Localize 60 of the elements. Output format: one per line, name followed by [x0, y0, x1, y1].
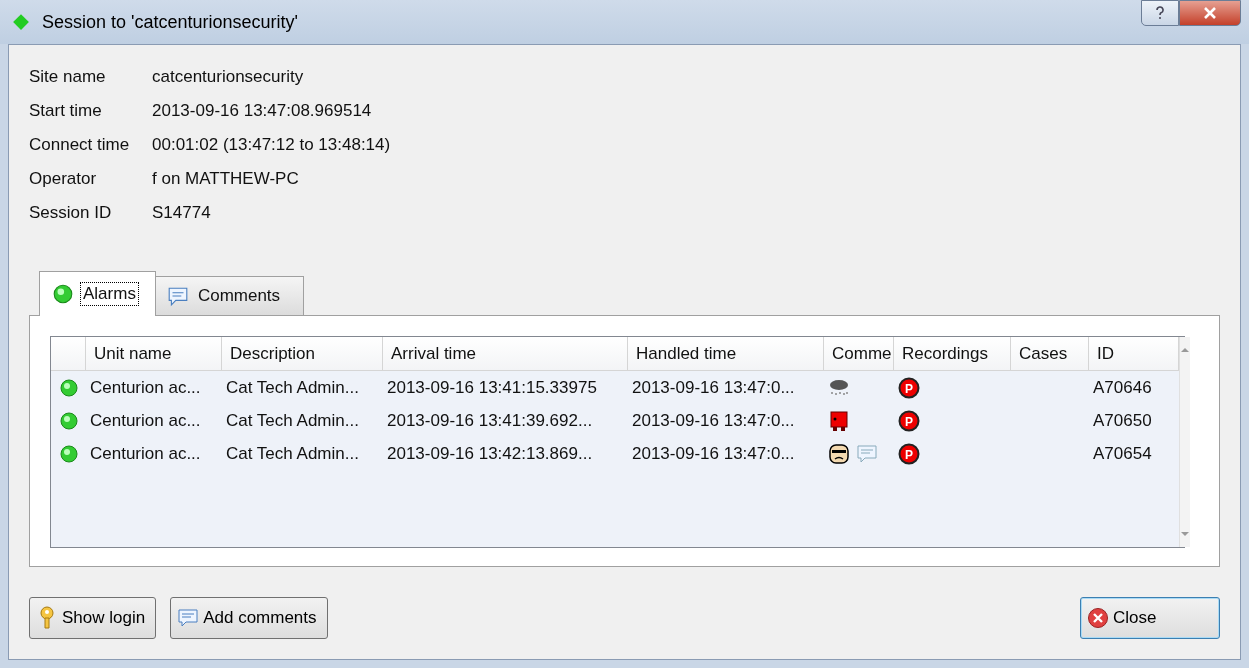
table-cell: A70646	[1093, 377, 1152, 398]
tab[interactable]: Alarms	[39, 271, 156, 316]
help-button[interactable]	[1141, 0, 1179, 26]
close-button[interactable]	[1179, 0, 1241, 26]
table-cell: 2013-09-16 13:41:39.692...	[387, 410, 593, 431]
column-header[interactable]: Description	[222, 337, 383, 371]
column-header[interactable]: ID	[1089, 337, 1179, 371]
field-label: Connect time	[29, 135, 131, 155]
table-cell: 2013-09-16 13:42:13.869...	[387, 443, 593, 464]
table-cell: Centurion ac...	[90, 443, 201, 464]
scroll-down-icon[interactable]	[1180, 531, 1190, 537]
table-cell: 2013-09-16 13:47:0...	[632, 377, 795, 398]
table-cell: Cat Tech Admin...	[226, 377, 359, 398]
status-light-icon	[58, 410, 79, 431]
column-header[interactable]: Arrival time	[383, 337, 628, 371]
window-title: Session to 'catcenturionsecurity'	[42, 11, 298, 33]
recording-icon: P	[898, 442, 920, 465]
field-value: 2013-09-16 13:47:08.969514	[152, 101, 372, 121]
scrollbar[interactable]	[1179, 337, 1190, 547]
status-light-icon	[58, 377, 79, 398]
face-icon	[828, 442, 850, 465]
table-cell: 2013-09-16 13:47:0...	[632, 443, 795, 464]
field-label: Session ID	[29, 203, 113, 223]
recording-icon: P	[898, 409, 920, 432]
status-light-icon	[58, 443, 79, 464]
close-icon	[1203, 7, 1217, 19]
show-login-button[interactable]: Show login	[29, 597, 157, 639]
table-cell: Centurion ac...	[90, 377, 201, 398]
add-comments-button[interactable]: Add comments	[170, 597, 328, 639]
creature-icon	[828, 409, 850, 432]
field-label: Site name	[29, 67, 107, 87]
field-value: S14774	[152, 203, 211, 223]
table-cell: Cat Tech Admin...	[226, 410, 359, 431]
diamond-icon	[12, 13, 30, 31]
speech-bubble-icon	[166, 285, 189, 307]
scroll-up-icon[interactable]	[1180, 347, 1190, 353]
field-label: Operator	[29, 169, 98, 189]
recording-icon: P	[898, 376, 920, 399]
table-cell: 2013-09-16 13:47:0...	[632, 410, 795, 431]
header-corner	[51, 337, 86, 371]
status-light-icon	[52, 283, 74, 305]
table-cell: A70650	[1093, 410, 1152, 431]
column-header[interactable]: Cases	[1011, 337, 1089, 371]
field-label: Start time	[29, 101, 103, 121]
close-icon	[1087, 606, 1109, 630]
table-cell: 2013-09-16 13:41:15.33975	[387, 377, 597, 398]
tab[interactable]: Comments	[153, 276, 305, 315]
close-dialog-button[interactable]: Close	[1080, 597, 1220, 639]
table-cell: A70654	[1093, 443, 1152, 464]
field-value: catcenturionsecurity	[152, 67, 304, 87]
field-value: f on MATTHEW-PC	[152, 169, 299, 189]
column-header[interactable]: Unit name	[86, 337, 222, 371]
column-header[interactable]: Handled time	[628, 337, 824, 371]
field-value: 00:01:02 (13:47:12 to 13:48:14)	[152, 135, 391, 155]
column-header[interactable]: Recordings	[894, 337, 1011, 371]
column-header[interactable]: Comme	[824, 337, 894, 371]
speech-bubble-icon	[856, 442, 878, 465]
table-cell: Cat Tech Admin...	[226, 443, 359, 464]
help-icon	[1154, 6, 1166, 20]
table-cell: Centurion ac...	[90, 410, 201, 431]
